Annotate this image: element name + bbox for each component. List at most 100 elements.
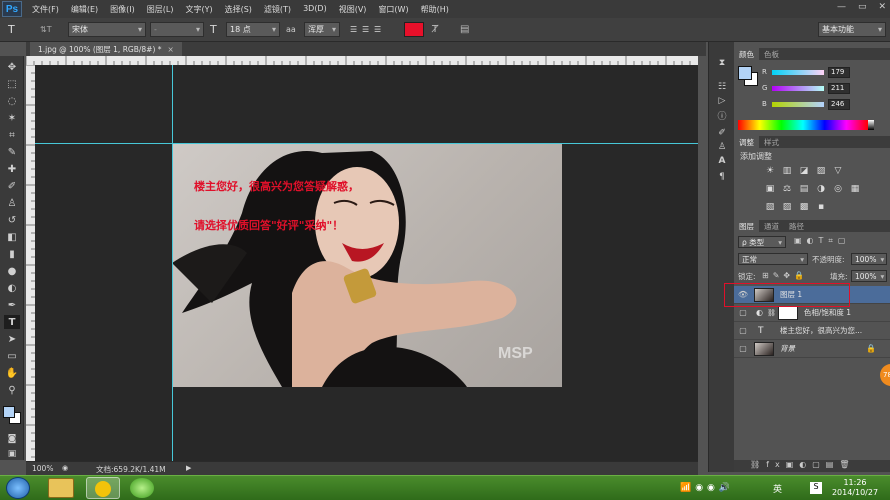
menu-item[interactable]: 滤镜(T) — [258, 4, 297, 15]
antialias-select[interactable]: 浑厚 — [304, 22, 340, 37]
maximize-button[interactable]: ▭ — [858, 2, 867, 12]
channel-b-slider[interactable] — [772, 102, 824, 107]
menu-item[interactable]: 文件(F) — [26, 4, 65, 15]
adjustment-icon[interactable]: ▤ — [798, 184, 810, 194]
guide-horizontal[interactable] — [35, 143, 698, 144]
adjustment-icon[interactable]: ▥ — [781, 166, 793, 176]
visibility-toggle[interactable]: ▢ — [736, 308, 750, 317]
font-style-select[interactable]: - — [150, 22, 204, 37]
magic-wand-icon[interactable]: ✶ — [4, 111, 20, 125]
text-tool-icon[interactable]: T — [8, 22, 15, 37]
adjustment-icon[interactable]: ▪ — [815, 202, 827, 212]
menu-item[interactable]: 文字(Y) — [179, 4, 218, 15]
close-button[interactable]: ✕ — [878, 2, 886, 12]
layer-filter-icons[interactable]: ▣◐T⌗▢ — [794, 236, 851, 246]
document-tab-close-icon[interactable]: × — [168, 45, 174, 54]
menu-item[interactable]: 视图(V) — [333, 4, 373, 15]
paragraph-panel-icon[interactable]: ¶ — [715, 170, 729, 184]
browser-icon[interactable] — [130, 478, 154, 498]
ime-indicator[interactable]: 英 — [773, 482, 782, 495]
workspace-select[interactable]: 基本功能 — [818, 22, 886, 37]
file-explorer-icon[interactable] — [48, 478, 74, 498]
screen-mode-icon[interactable]: ▣ — [4, 447, 20, 461]
menu-item[interactable]: 3D(D) — [297, 4, 333, 15]
channel-r-value[interactable]: 179 — [828, 67, 850, 78]
clone-source-icon[interactable]: ♙ — [715, 140, 729, 154]
adjustment-icon[interactable]: ▨ — [781, 202, 793, 212]
adjustment-icon[interactable]: ▨ — [815, 166, 827, 176]
menu-item[interactable]: 编辑(E) — [65, 4, 104, 15]
properties-panel-icon[interactable]: ☷ — [715, 80, 729, 94]
actions-panel-icon[interactable]: ▷ — [715, 94, 729, 108]
menu-item[interactable]: 图层(L) — [141, 4, 180, 15]
document-tab[interactable]: 1.jpg @ 100% (图层 1, RGB/8#) * × — [30, 42, 182, 56]
layer-row-text[interactable]: ▢ T 楼主您好，很高兴为您... — [734, 322, 890, 340]
marquee-tool-icon[interactable]: ⬚ — [4, 77, 20, 91]
color-spectrum-bar[interactable] — [738, 120, 868, 130]
channel-b-value[interactable]: 246 — [828, 99, 850, 110]
path-selection-icon[interactable]: ➤ — [4, 332, 20, 346]
adjustment-icon[interactable]: ▦ — [849, 184, 861, 194]
adjustment-icon[interactable]: ☀ — [764, 166, 776, 176]
pen-tool-icon[interactable]: ✒ — [4, 298, 20, 312]
canvas-area[interactable]: 楼主您好，很高兴为您答疑解惑， 请选择优质回答"好评"采纳"！ MSP — [35, 65, 698, 461]
crop-tool-icon[interactable]: ⌗ — [4, 128, 20, 142]
tab-swatches[interactable]: 色板 — [759, 48, 784, 60]
layer-name[interactable]: 楼主您好，很高兴为您... — [780, 325, 862, 336]
adjustment-icon[interactable]: ◪ — [798, 166, 810, 176]
move-tool-icon[interactable]: ✥ — [4, 60, 20, 74]
visibility-toggle[interactable]: ▢ — [736, 326, 750, 335]
adjustment-icon[interactable]: ⚖ — [781, 184, 793, 194]
tab-paths[interactable]: 路径 — [784, 220, 809, 232]
channel-r-slider[interactable] — [772, 70, 824, 75]
taskbar-app-active[interactable] — [86, 477, 120, 499]
info-panel-icon[interactable]: ⓘ — [715, 108, 729, 122]
brush-tool-icon[interactable]: ✐ — [4, 179, 20, 193]
menu-item[interactable]: 选择(S) — [219, 4, 258, 15]
character-panel-icon[interactable]: ▤ — [460, 22, 469, 37]
adjustment-icon[interactable]: ◑ — [815, 184, 827, 194]
warp-text-icon[interactable]: Ⱦ — [432, 22, 438, 37]
fill-input[interactable]: 100% — [851, 270, 887, 282]
adjustment-icon[interactable]: ▧ — [764, 202, 776, 212]
shape-tool-icon[interactable]: ▭ — [4, 349, 20, 363]
clone-stamp-icon[interactable]: ♙ — [4, 196, 20, 210]
adjustment-icon[interactable]: ▩ — [798, 202, 810, 212]
zoom-level[interactable]: 100% — [32, 464, 53, 473]
zoom-tool-icon[interactable]: ⚲ — [4, 383, 20, 397]
menu-item[interactable]: 窗口(W) — [372, 4, 414, 15]
tab-adjustments[interactable]: 调整 — [734, 136, 759, 148]
healing-brush-icon[interactable]: ✚ — [4, 162, 20, 176]
document-image[interactable]: 楼主您好，很高兴为您答疑解惑， 请选择优质回答"好评"采纳"！ MSP — [172, 143, 562, 387]
blur-tool-icon[interactable]: ● — [4, 264, 20, 278]
character-panel-icon[interactable]: A — [715, 154, 729, 168]
start-button[interactable] — [6, 477, 30, 499]
tab-styles[interactable]: 样式 — [759, 136, 784, 148]
tray-icons[interactable]: 📶◉◉🔊 — [680, 483, 734, 493]
brush-panel-icon[interactable]: ✐ — [715, 126, 729, 140]
menu-item[interactable]: 图像(I) — [104, 4, 141, 15]
align-right-icon[interactable]: ☰ — [374, 25, 384, 34]
hand-tool-icon[interactable]: ✋ — [4, 366, 20, 380]
eraser-tool-icon[interactable]: ◧ — [4, 230, 20, 244]
layers-footer-icons[interactable]: ⛓fx▣◐▢▤🗑 — [734, 460, 890, 472]
orientation-toggle-icon[interactable]: ⇅T — [40, 22, 52, 37]
tab-layers[interactable]: 图层 — [734, 220, 759, 232]
font-family-select[interactable]: 宋体 — [68, 22, 146, 37]
foreground-color-swatch[interactable] — [3, 406, 15, 418]
blend-mode-select[interactable]: 正常 — [738, 253, 808, 265]
minimize-button[interactable]: — — [837, 2, 846, 12]
font-size-select[interactable]: 18 点 — [226, 22, 280, 37]
gradient-tool-icon[interactable]: ▮ — [4, 247, 20, 261]
input-method-icon[interactable]: S — [810, 482, 822, 494]
eyedropper-tool-icon[interactable]: ✎ — [4, 145, 20, 159]
lasso-tool-icon[interactable]: ◌ — [4, 94, 20, 108]
align-left-icon[interactable]: ☰ — [350, 25, 360, 34]
adjustment-icon[interactable]: ▣ — [764, 184, 776, 194]
clock[interactable]: 11:26 2014/10/27 — [826, 478, 884, 498]
adjustment-icon[interactable]: ◎ — [832, 184, 844, 194]
status-arrow-icon[interactable]: ▶ — [186, 464, 191, 472]
layer-row-background[interactable]: ▢ 背景 🔒 — [734, 340, 890, 358]
menu-item[interactable]: 帮助(H) — [415, 4, 455, 15]
adjustment-icon[interactable]: ▽ — [832, 166, 844, 176]
